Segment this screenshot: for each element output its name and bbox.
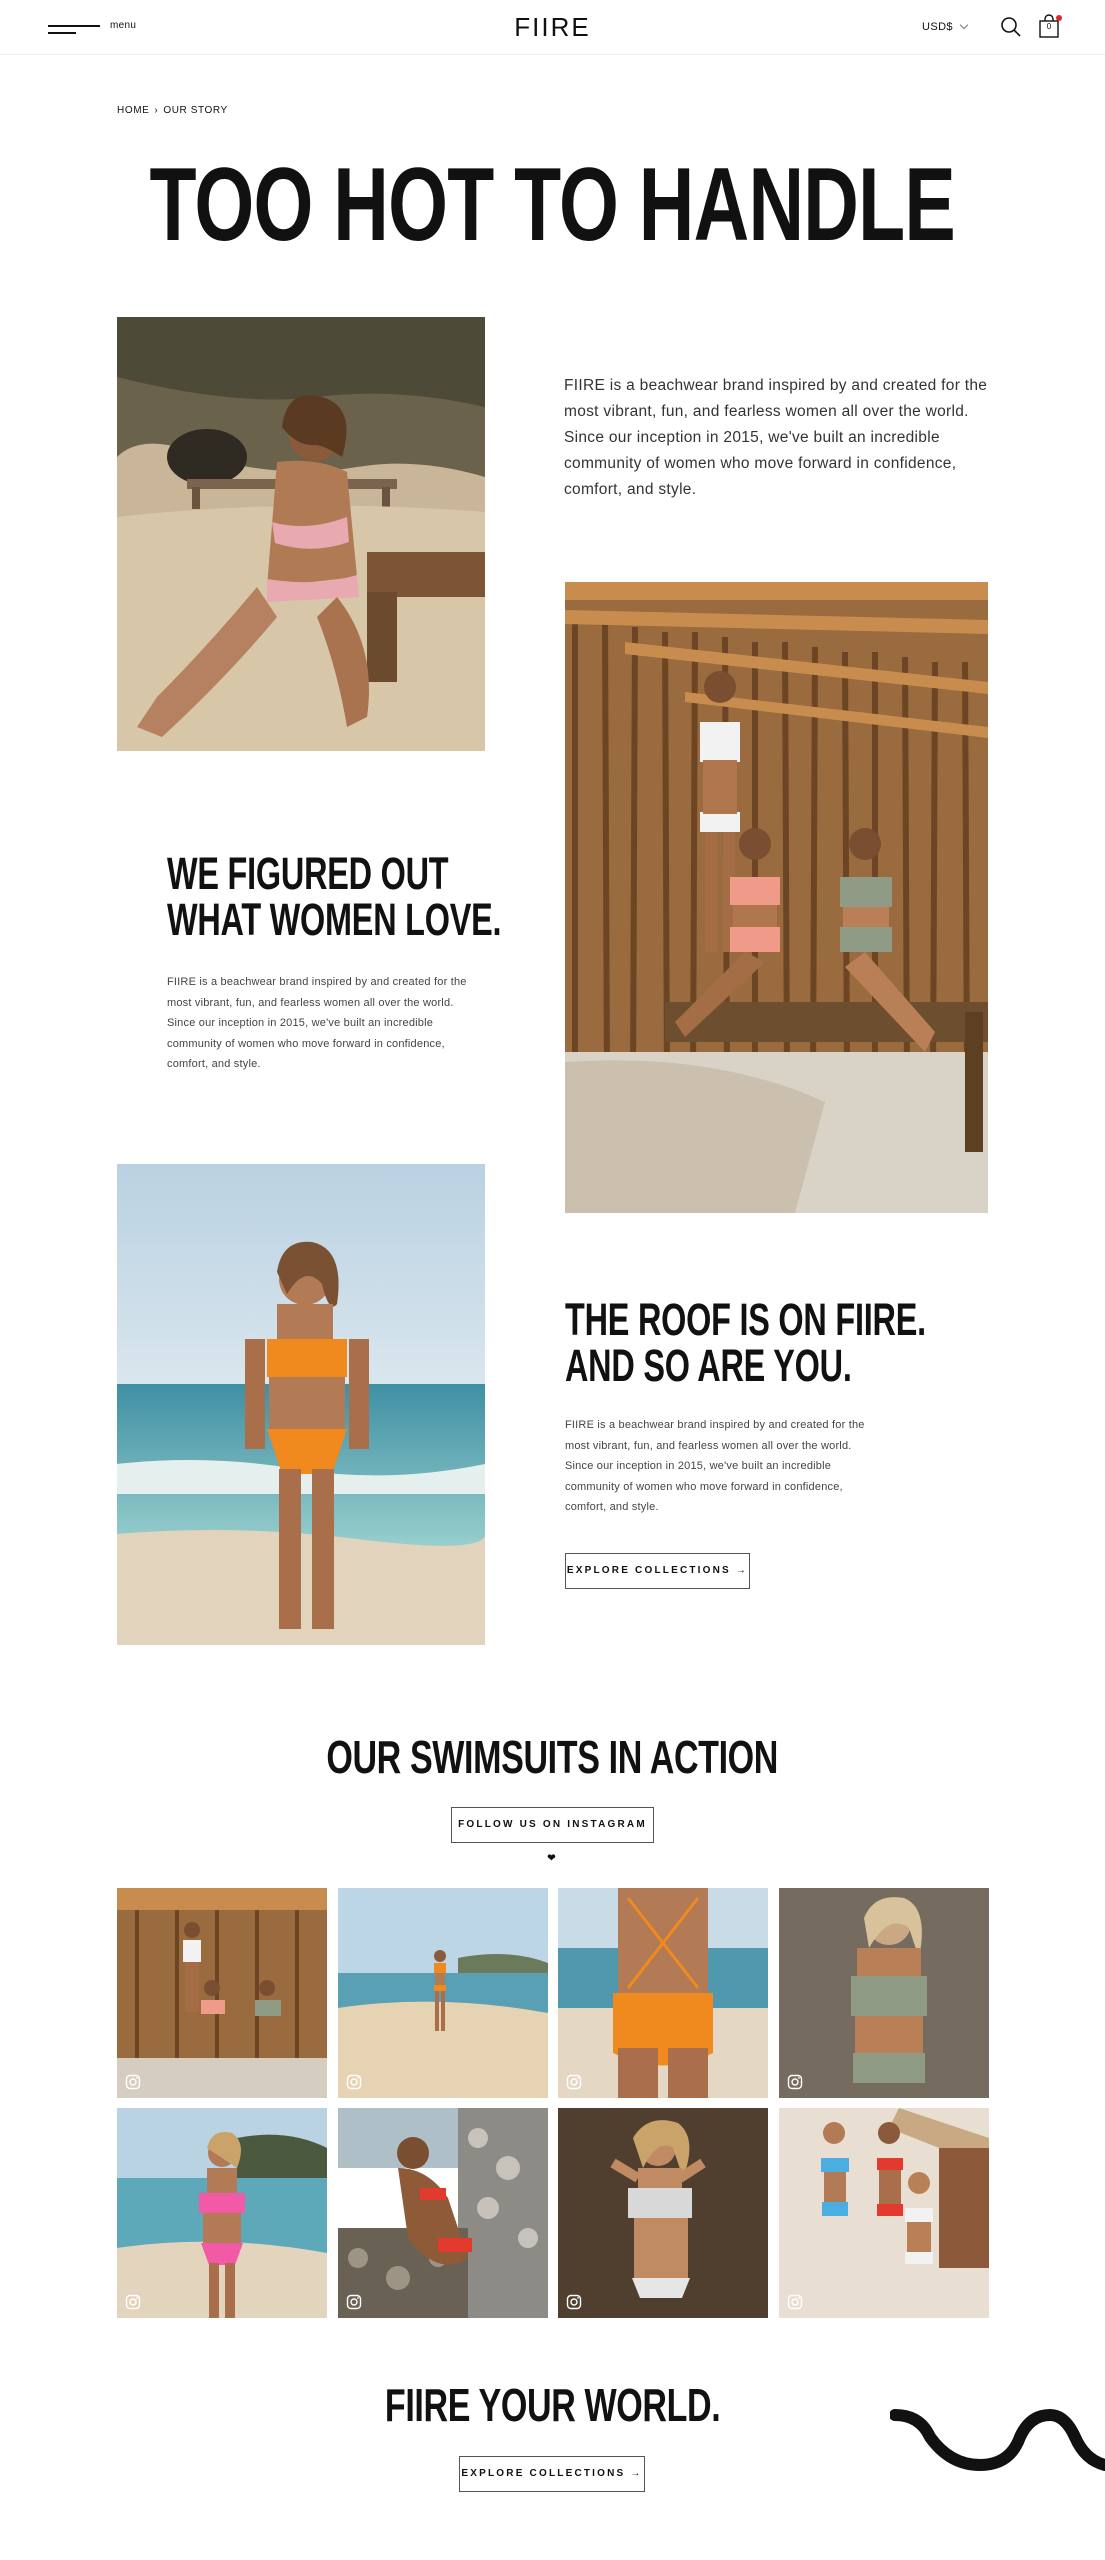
section-figured-paragraph: FIIRE is a beachwear brand inspired by a… <box>167 976 467 1070</box>
instagram-section-title: OUR SWIMSUITS IN ACTION <box>326 1731 779 1783</box>
section-roof-paragraph: FIIRE is a beachwear brand inspired by a… <box>565 1419 865 1513</box>
section-title-roof: THE ROOF IS ON FIIRE. AND SO ARE YOU. <box>565 1294 926 1391</box>
footer-explore-collections-button[interactable]: EXPLORE COLLECTIONS → <box>459 2456 645 2492</box>
instagram-tile[interactable] <box>558 1888 768 2098</box>
cart-notification-dot <box>1056 15 1062 21</box>
cart-count: 0 <box>1046 22 1052 31</box>
story-photo-orange-bikini-sea <box>117 1164 485 1645</box>
instagram-icon <box>125 2294 141 2310</box>
instagram-icon <box>787 2074 803 2090</box>
search-icon[interactable] <box>999 15 1023 39</box>
currency-selector[interactable]: USD$ <box>922 20 969 33</box>
explore-collections-button[interactable]: EXPLORE COLLECTIONS → <box>565 1553 750 1589</box>
instagram-icon <box>566 2294 582 2310</box>
instagram-tile[interactable] <box>779 2108 989 2318</box>
breadcrumb-current: OUR STORY <box>163 105 228 116</box>
site-header: menu FIIRE USD$ 0 <box>0 0 1105 55</box>
breadcrumb-home[interactable]: HOME <box>117 105 149 116</box>
intro-paragraph: FIIRE is a beachwear brand inspired by a… <box>564 377 988 498</box>
page-title: TOO HOT TO HANDLE <box>149 147 956 263</box>
instagram-icon <box>566 2074 582 2090</box>
breadcrumb-separator: › <box>154 105 159 116</box>
instagram-tile[interactable] <box>338 2108 548 2318</box>
instagram-icon <box>125 2074 141 2090</box>
instagram-tile[interactable] <box>117 1888 327 2098</box>
instagram-icon <box>346 2074 362 2090</box>
section-title-figured: WE FIGURED OUT WHAT WOMEN LOVE. <box>167 848 502 945</box>
story-photo-beach-sitting <box>117 317 485 751</box>
follow-instagram-button[interactable]: FOLLOW US ON INSTAGRAM ❤ <box>451 1807 654 1864</box>
instagram-icon <box>346 2294 362 2310</box>
wave-decoration-icon <box>890 2408 1105 2472</box>
instagram-tile[interactable] <box>779 1888 989 2098</box>
currency-label: USD$ <box>922 21 953 33</box>
instagram-tile[interactable] <box>117 2108 327 2318</box>
story-photo-group-wooden-roof <box>565 582 988 1213</box>
instagram-icon <box>787 2294 803 2310</box>
breadcrumb: HOME › OUR STORY <box>117 105 228 116</box>
instagram-tile[interactable] <box>338 1888 548 2098</box>
instagram-tile[interactable] <box>558 2108 768 2318</box>
chevron-down-icon <box>959 20 969 30</box>
